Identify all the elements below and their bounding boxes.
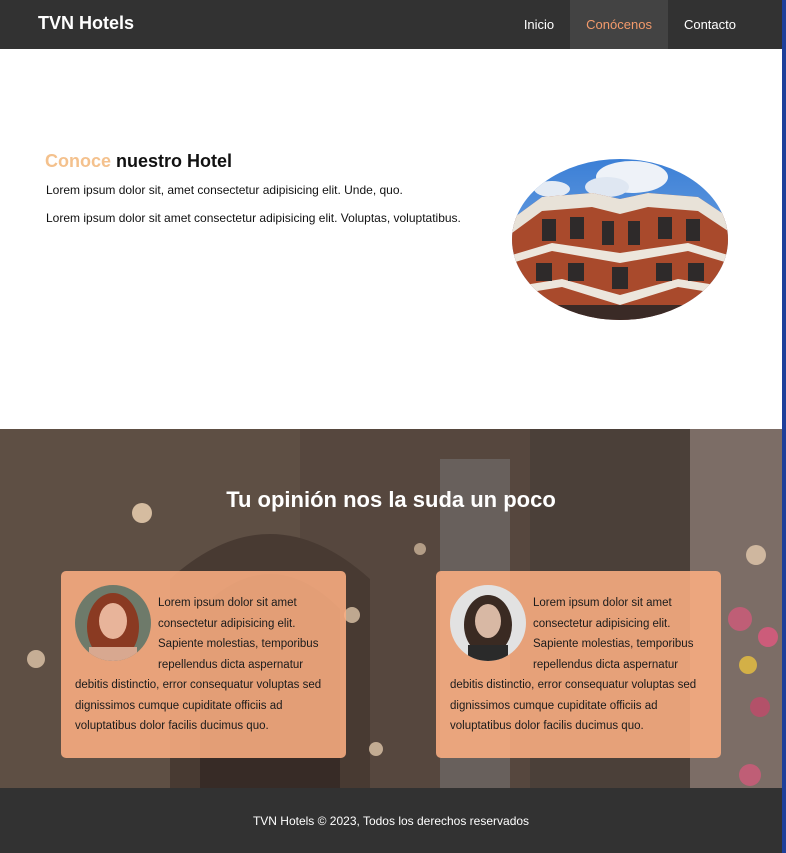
page: TVN Hotels Inicio Conócenos Contacto Con… [0,0,782,853]
navbar: TVN Hotels Inicio Conócenos Contacto [0,0,782,49]
nav-item-contacto[interactable]: Contacto [668,0,782,49]
testimonial-card: Lorem ipsum dolor sit amet consectetur a… [436,571,721,758]
about-section: Conoce nuestro Hotel Lorem ipsum dolor s… [0,49,782,429]
about-title-accent: Conoce [45,151,112,171]
about-title-rest: nuestro Hotel [116,151,233,171]
nav-item-conocenos[interactable]: Conócenos [570,0,668,49]
nav-item-inicio[interactable]: Inicio [508,0,570,49]
about-title: Conoce nuestro Hotel [45,151,232,172]
about-paragraph-2: Lorem ipsum dolor sit amet consectetur a… [46,211,461,225]
hotel-photo [512,159,728,320]
testimonial-text: Lorem ipsum dolor sit amet consectetur a… [75,597,322,732]
testimonial-card: Lorem ipsum dolor sit amet consectetur a… [61,571,346,758]
testimonials-title: Tu opinión nos la suda un poco [226,487,556,512]
testimonials-section: Tu opinión nos la suda un poco Lorem ips… [0,429,782,788]
testimonial-text: Lorem ipsum dolor sit amet consectetur a… [450,597,697,732]
footer: TVN Hotels © 2023, Todos los derechos re… [0,788,782,853]
about-paragraph-1: Lorem ipsum dolor sit, amet consectetur … [46,183,403,197]
footer-copyright: TVN Hotels © 2023, Todos los derechos re… [252,814,530,828]
nav-menu: Inicio Conócenos Contacto [508,0,782,49]
brand-logo[interactable]: TVN Hotels [38,13,134,34]
